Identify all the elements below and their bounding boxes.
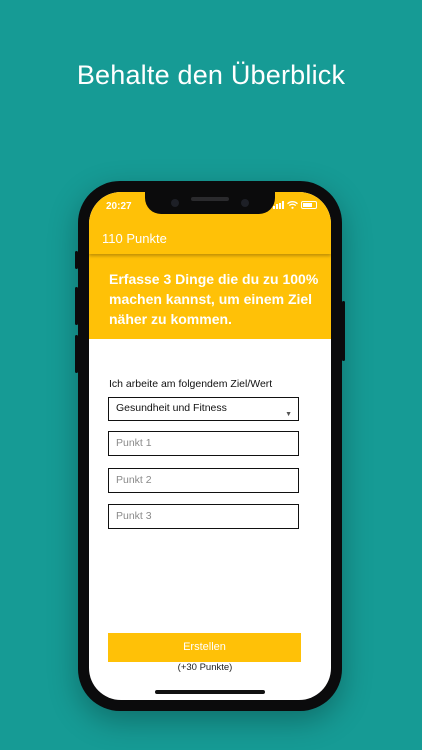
goal-label: Ich arbeite am folgendem Ziel/Wert [109,378,273,390]
instruction-text: Erfasse 3 Dinge die du zu 100% machen ka… [109,271,319,327]
notch [145,192,275,214]
point-3-input[interactable]: Punkt 3 [108,504,299,529]
goal-select[interactable]: Gesundheit und Fitness ▼ [108,397,299,421]
wifi-icon [287,201,298,209]
instruction-banner: Erfasse 3 Dinge die du zu 100% machen ka… [89,254,331,339]
goal-select-value: Gesundheit und Fitness [116,402,227,414]
create-button[interactable]: Erstellen [108,633,301,662]
battery-icon [301,201,317,209]
volume-down-button [75,335,78,373]
points-counter: 110 Punkte [102,231,167,246]
volume-up-button [75,287,78,325]
camera-icon [171,199,179,207]
home-indicator[interactable] [155,690,265,694]
dropdown-caret-icon: ▼ [285,411,292,418]
mute-switch [75,251,78,269]
sensor-icon [241,199,249,207]
power-button [342,301,345,361]
bonus-points-text: (+30 Punkte) [177,662,233,673]
headline: Behalte den Überblick [76,60,346,90]
phone-screen: 20:27 110 Punkte Erfasse 3 Dinge die du … [89,192,331,700]
signal-icon [273,201,284,209]
speaker-grille [191,197,229,201]
point-1-input[interactable]: Punkt 1 [108,431,299,456]
status-time: 20:27 [106,201,132,212]
phone-frame: 20:27 110 Punkte Erfasse 3 Dinge die du … [75,181,345,711]
status-icons [273,201,317,209]
app-store-screenshot: { "headline": "Behalte den Überblick", "… [0,0,422,750]
point-2-input[interactable]: Punkt 2 [108,468,299,493]
